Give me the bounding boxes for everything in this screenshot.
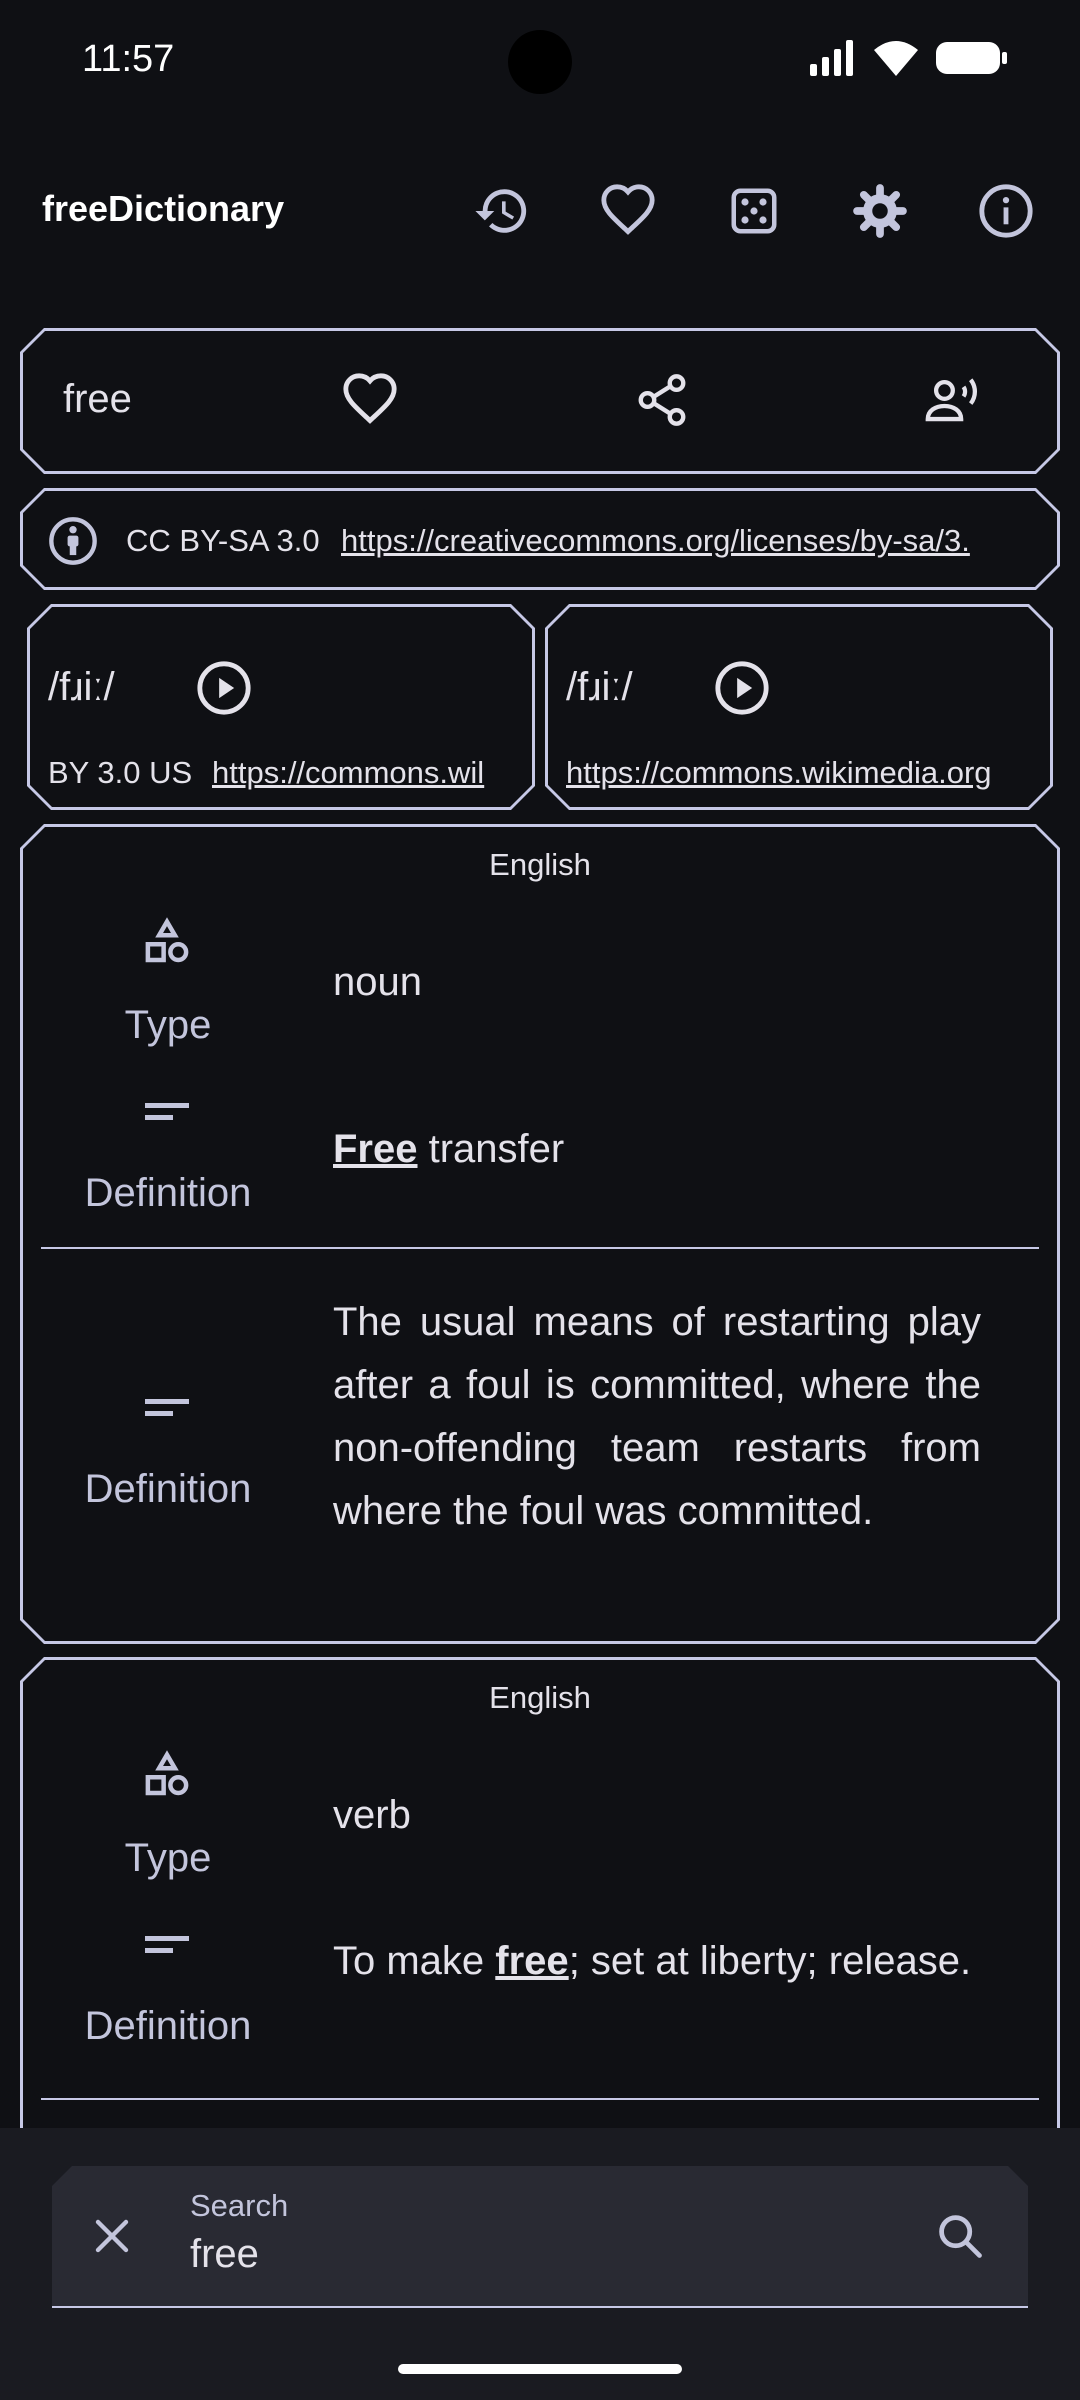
close-icon	[88, 2212, 136, 2260]
search-icon	[934, 2210, 986, 2262]
type-label: Type	[124, 1836, 212, 1880]
phonetic-audio-link[interactable]: https://commons.wikimedia.org	[566, 755, 992, 791]
meaning-card-2: English Type verb Definition To make fre…	[20, 1657, 1060, 2177]
phonetic-card-1: /fɹiː/ BY 3.0 US https://commons.wil	[27, 604, 535, 810]
voice-icon	[923, 371, 985, 429]
settings-button[interactable]	[845, 176, 915, 246]
word-title: free	[63, 377, 132, 421]
pronounce-button[interactable]	[923, 371, 985, 434]
wifi-icon	[874, 41, 918, 76]
status-time: 11:57	[82, 38, 175, 80]
signal-icon	[810, 40, 853, 76]
camera-cutout	[508, 30, 572, 94]
word-type: noun	[333, 960, 422, 1004]
definition-divider	[41, 2098, 1039, 2100]
word-type: verb	[333, 1793, 411, 1837]
play-audio-button[interactable]	[713, 659, 771, 722]
definition-icon	[143, 1930, 191, 1965]
play-circle-icon	[713, 659, 771, 717]
phonetic-audio-link[interactable]: https://commons.wil	[212, 755, 484, 791]
share-icon	[633, 371, 691, 429]
search-underline	[52, 2306, 1028, 2308]
definition-text: To make free; set at liberty; release.	[333, 1930, 981, 1993]
license-card: CC BY-SA 3.0 https://creativecommons.org…	[20, 488, 1060, 590]
definition-icon	[143, 1393, 191, 1428]
favorites-button[interactable]	[593, 176, 663, 246]
home-indicator[interactable]	[398, 2364, 682, 2374]
type-label: Type	[124, 1003, 212, 1047]
clear-search-button[interactable]	[88, 2212, 136, 2265]
share-button[interactable]	[633, 371, 691, 434]
definition-label: Definition	[84, 1171, 252, 1215]
history-icon	[475, 189, 527, 233]
definition-before: To make	[333, 1939, 496, 1983]
phonetic-card-2: /fɹiː/ https://commons.wikimedia.org	[545, 604, 1053, 810]
short-text-icon	[143, 1393, 191, 1423]
short-text-icon	[143, 1930, 191, 1960]
status-icons	[810, 40, 1008, 76]
favorite-icon	[341, 371, 399, 429]
random-word-button[interactable]	[719, 176, 789, 246]
favorite-icon	[601, 184, 655, 235]
definition-label: Definition	[84, 1467, 252, 1511]
search-field[interactable]: Search free	[52, 2166, 1028, 2308]
type-icon	[140, 915, 194, 974]
search-label: Search	[190, 2188, 289, 2223]
search-button[interactable]	[934, 2210, 986, 2267]
short-text-icon	[143, 1097, 191, 1127]
battery-icon	[936, 42, 1007, 74]
definition-rest: transfer	[417, 1127, 565, 1171]
license-name: CC BY-SA 3.0	[126, 523, 320, 558]
history-button[interactable]	[467, 176, 537, 246]
play-audio-button[interactable]	[195, 659, 253, 722]
license-person-icon	[47, 515, 99, 567]
definition-after: ; set at liberty; release.	[568, 1939, 972, 1983]
phonetic-license: BY 3.0 US	[48, 755, 193, 790]
definition-label: Definition	[84, 2004, 252, 2048]
category-icon	[140, 1748, 194, 1802]
license-link[interactable]: https://creativecommons.org/licenses/by-…	[341, 523, 970, 559]
word-card: free	[20, 328, 1060, 474]
definition-text: Free transfer	[333, 1127, 564, 1172]
play-circle-icon	[195, 659, 253, 717]
settings-icon	[853, 184, 907, 238]
language-label: English	[489, 1680, 591, 1715]
info-icon	[979, 184, 1033, 238]
definition-icon	[143, 1097, 191, 1132]
license-info	[47, 515, 99, 572]
search-input[interactable]: free	[190, 2232, 259, 2277]
phonetic-text: /fɹiː/	[48, 665, 115, 709]
dice-icon	[731, 188, 777, 234]
type-icon	[140, 1748, 194, 1807]
definition-text: The usual means of restarting play after…	[333, 1300, 981, 1533]
word-link[interactable]: Free	[333, 1127, 418, 1171]
about-button[interactable]	[971, 176, 1041, 246]
word-link[interactable]: free	[495, 1939, 568, 1983]
definition-divider	[41, 1247, 1039, 1249]
favorite-word-button[interactable]	[341, 371, 399, 434]
language-label: English	[489, 847, 591, 882]
category-icon	[140, 915, 194, 969]
meaning-card-1: English Type noun Definition Free transf…	[20, 824, 1060, 1644]
app-title: freeDictionary	[42, 188, 285, 229]
phonetic-text: /fɹiː/	[566, 665, 633, 709]
